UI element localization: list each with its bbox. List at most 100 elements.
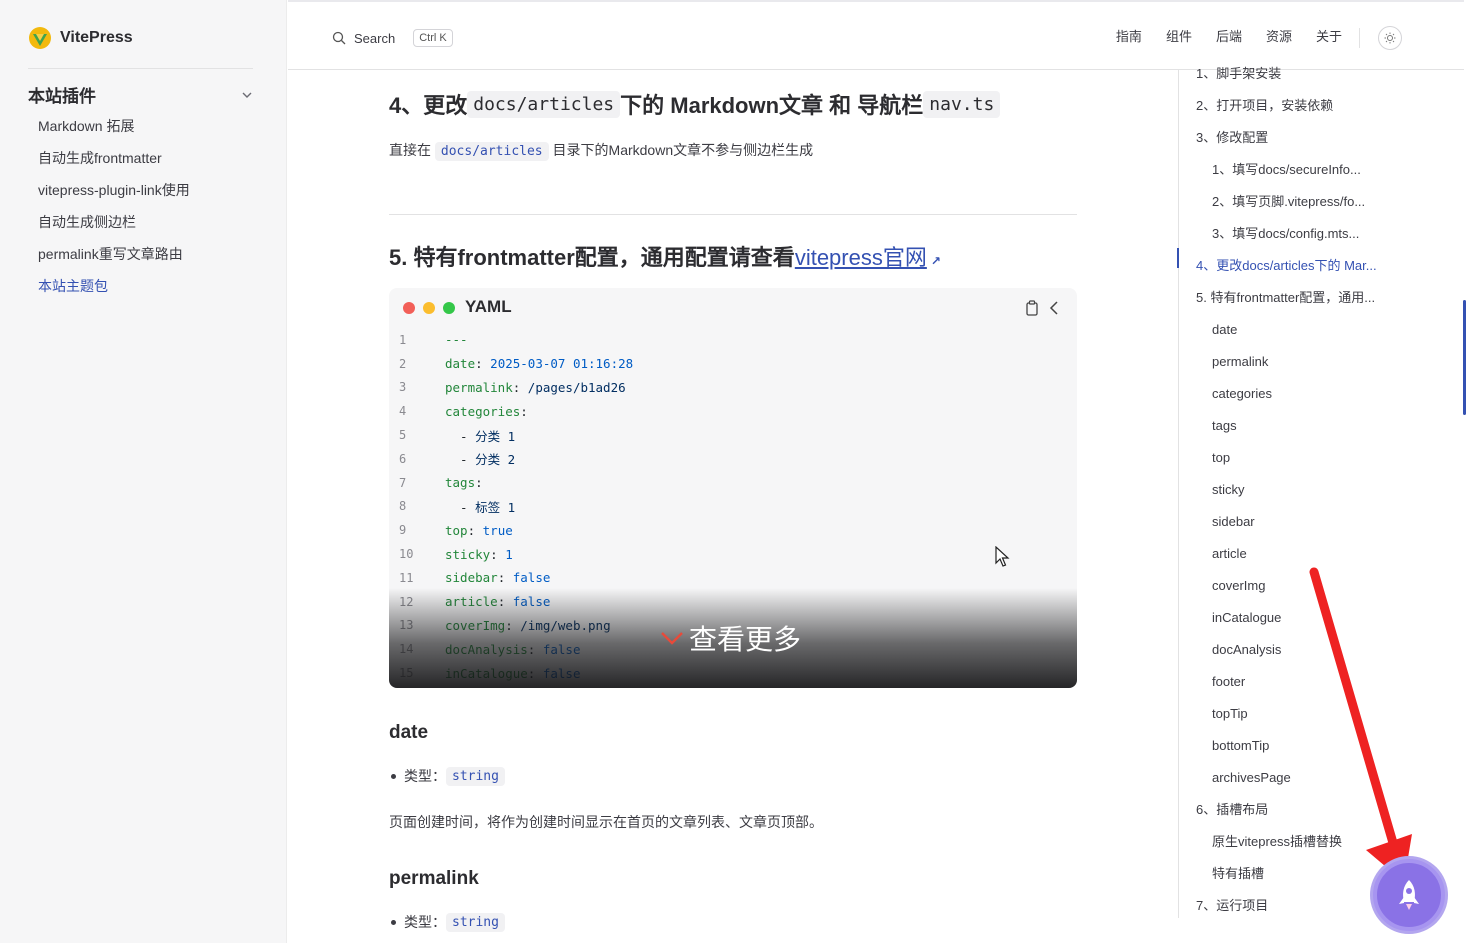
yaml-key: tags	[445, 475, 476, 491]
nav-link-backend[interactable]: 后端	[1216, 26, 1242, 45]
code-text: sidebar: false	[445, 570, 551, 586]
toc-item[interactable]: 2、打开项目，安装依赖	[1196, 90, 1377, 122]
date-type-item: 类型： string	[389, 766, 505, 786]
nav-link-guide[interactable]: 指南	[1116, 26, 1142, 45]
sidebar-item-list: Markdown 拓展 自动生成frontmatter vitepress-pl…	[38, 114, 190, 306]
type-label: 类型：	[404, 914, 446, 930]
red-annotation-arrow-icon	[1309, 567, 1412, 882]
search-icon	[332, 31, 346, 45]
code-line: 1 ---	[389, 328, 1077, 352]
window-dot-yellow	[423, 302, 435, 314]
sidebar-divider	[28, 68, 253, 69]
sidebar-item-theme-package[interactable]: 本站主题包	[38, 274, 190, 306]
code-line: 3 permalink: /pages/b1ad26	[389, 376, 1077, 400]
chevron-left-icon[interactable]	[1047, 300, 1061, 316]
theme-toggle-button[interactable]	[1378, 26, 1402, 50]
date-heading: date	[389, 722, 429, 743]
yaml-key: ---	[445, 332, 468, 348]
yaml-code-block: YAML 1 --- 2 date: 2025-03-07 01:16:28 3 perm…	[389, 288, 1077, 688]
toc-item[interactable]: 7、运行项目	[1196, 890, 1377, 922]
site-title: VitePress	[60, 29, 133, 46]
chevron-down-icon	[661, 632, 683, 645]
nav-link-resources[interactable]: 资源	[1266, 26, 1292, 45]
toc-item[interactable]: tags	[1196, 410, 1377, 442]
line-number: 3	[399, 380, 407, 395]
code-text: permalink: /pages/b1ad26	[445, 379, 626, 395]
paragraph-text: 直接在	[389, 142, 431, 158]
sidebar-item-frontmatter[interactable]: 自动生成frontmatter	[38, 146, 190, 178]
search-button[interactable]: Search Ctrl K	[332, 26, 453, 50]
copy-icon[interactable]	[1025, 300, 1039, 316]
code-language-label: YAML	[465, 297, 512, 316]
toc-item[interactable]: categories	[1196, 378, 1377, 410]
nav-link-components[interactable]: 组件	[1166, 26, 1192, 45]
sun-icon	[1384, 32, 1396, 44]
heading-text: 5. 特有frontmatter配置，通用配置请查看	[389, 245, 795, 270]
yaml-value: 标签 1	[475, 499, 516, 515]
line-number: 5	[399, 428, 407, 443]
toc-item[interactable]: 2、填写页脚.vitepress/fo...	[1196, 186, 1377, 218]
nav-links: 指南 组件 后端 资源 关于	[1116, 26, 1342, 45]
code-line: 4 categories:	[389, 399, 1077, 423]
code-text: - 分类 1	[445, 426, 515, 445]
toc-item[interactable]: date	[1196, 314, 1377, 346]
code-line: 11 sidebar: false	[389, 566, 1077, 590]
yaml-value: 分类 1	[475, 428, 516, 444]
line-number: 9	[399, 523, 407, 538]
line-number: 10	[399, 547, 414, 562]
yaml-value: 分类 2	[475, 452, 516, 468]
date-description: 页面创建时间，将作为创建时间显示在首页的文章列表、文章页顶部。	[389, 814, 823, 830]
heading-text: 下的 Markdown文章 和 导航栏	[620, 93, 924, 118]
bullet-dot	[391, 919, 396, 925]
code-line: 10 sticky: 1	[389, 542, 1077, 566]
code-line: 6 - 分类 2	[389, 447, 1077, 471]
code-line: 9 top: true	[389, 518, 1077, 542]
sidebar-group-header[interactable]: 本站插件	[28, 82, 253, 107]
sidebar-group-title: 本站插件	[28, 87, 96, 106]
yaml-key: categories	[445, 403, 521, 419]
chevron-down-icon[interactable]	[241, 89, 253, 101]
sidebar-item-markdown[interactable]: Markdown 拓展	[38, 114, 190, 146]
back-to-top-button[interactable]	[1373, 859, 1445, 931]
toc-item[interactable]: 1、脚手架安装	[1196, 58, 1377, 90]
toc-active-marker	[1177, 248, 1179, 268]
yaml-key: top	[445, 522, 468, 538]
toc-item[interactable]: sidebar	[1196, 506, 1377, 538]
code-text: date: 2025-03-07 01:16:28	[445, 356, 634, 372]
page-scrollbar-thumb[interactable]	[1463, 300, 1466, 415]
code-text: - 标签 1	[445, 497, 515, 516]
vitepress-official-link[interactable]: vitepress官网	[795, 245, 927, 270]
line-number: 1	[399, 332, 407, 347]
toc-item[interactable]: 1、填写docs/secureInfo...	[1196, 154, 1377, 186]
section-4-heading: 4、更改 docs/articles 下的 Markdown文章 和 导航栏 n…	[389, 88, 1089, 120]
nav-separator	[1359, 28, 1360, 48]
section-divider	[389, 214, 1077, 215]
sidebar-item-plugin-link[interactable]: vitepress-plugin-link使用	[38, 178, 190, 210]
toc-item[interactable]: 3、填写docs/config.mts...	[1196, 218, 1377, 250]
nav-link-about[interactable]: 关于	[1316, 26, 1342, 45]
toc-item[interactable]: permalink	[1196, 346, 1377, 378]
sidebar-item-auto-sidebar[interactable]: 自动生成侧边栏	[38, 210, 190, 242]
yaml-value: 2025-03-07 01:16:28	[490, 356, 634, 372]
toc-item[interactable]: sticky	[1196, 474, 1377, 506]
window-dot-red	[403, 302, 415, 314]
line-number: 4	[399, 404, 407, 419]
yaml-key: -	[445, 428, 476, 444]
sidebar-item-permalink[interactable]: permalink重写文章路由	[38, 242, 190, 274]
code-line: 7 tags:	[389, 471, 1077, 495]
mouse-cursor-icon	[995, 546, 1010, 567]
show-more-button[interactable]: 查看更多	[659, 618, 801, 658]
search-shortcut: Ctrl K	[413, 29, 453, 47]
toc-item[interactable]: 4、更改docs/articles下的 Mar...	[1196, 250, 1377, 282]
code-block-header: YAML	[389, 288, 1077, 326]
yaml-key: permalink	[445, 379, 513, 395]
code-text: ---	[445, 332, 468, 347]
site-logo[interactable]: VitePress	[28, 24, 133, 52]
section-4-paragraph: 直接在 docs/articles 目录下的Markdown文章不参与侧边栏生成	[389, 140, 813, 161]
inline-code: docs/articles	[434, 142, 549, 161]
toc-item[interactable]: top	[1196, 442, 1377, 474]
yaml-value: true	[482, 522, 513, 538]
yaml-value: false	[512, 570, 551, 586]
toc-item[interactable]: 3、修改配置	[1196, 122, 1377, 154]
toc-item[interactable]: 5. 特有frontmatter配置，通用...	[1196, 282, 1377, 314]
